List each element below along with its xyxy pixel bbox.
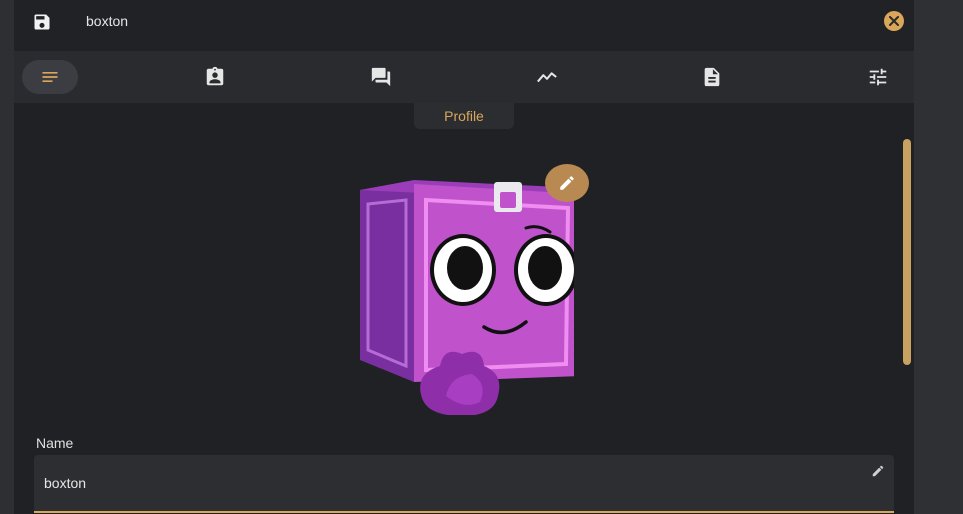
tab-chat[interactable]	[353, 60, 409, 94]
name-field[interactable]: boxton	[34, 455, 894, 513]
notes-icon	[42, 72, 58, 82]
header-bar: boxton	[14, 0, 914, 50]
tab-stats[interactable]	[519, 60, 575, 94]
avatar	[354, 170, 582, 416]
name-field-value: boxton	[44, 475, 87, 491]
tab-tooltip: Profile	[414, 103, 514, 129]
tab-bar	[14, 51, 914, 103]
badge-clipboard-icon	[206, 66, 224, 86]
pencil-icon[interactable]	[871, 464, 885, 483]
left-margin	[0, 0, 14, 514]
tab-profile[interactable]	[22, 60, 78, 94]
character-name: boxton	[86, 13, 129, 29]
sliders-icon	[869, 68, 887, 86]
pencil-icon	[560, 176, 574, 190]
edit-avatar-button[interactable]	[545, 164, 589, 202]
name-field-label: Name	[36, 435, 74, 451]
character-panel: boxton Profile Name boxton	[14, 0, 914, 514]
tab-document[interactable]	[684, 60, 740, 94]
close-button[interactable]	[884, 11, 904, 31]
tab-settings[interactable]	[850, 60, 906, 94]
trend-icon	[537, 72, 557, 83]
save-icon[interactable]	[32, 12, 52, 32]
close-icon	[889, 16, 899, 26]
tab-badge[interactable]	[187, 60, 243, 94]
right-margin	[914, 0, 963, 514]
chat-icon	[371, 67, 391, 87]
document-icon	[704, 67, 720, 87]
scrollbar-thumb[interactable]	[903, 139, 911, 365]
